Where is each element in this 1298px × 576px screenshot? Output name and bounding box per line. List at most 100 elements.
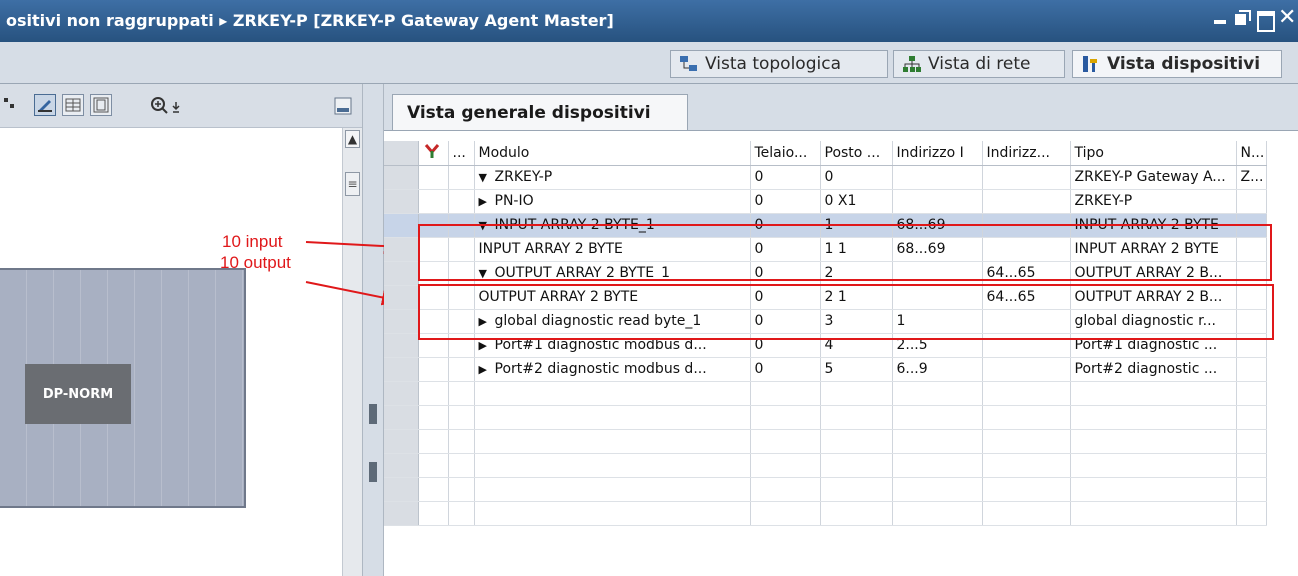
cell-empty (982, 429, 1071, 454)
cell-empty (892, 501, 983, 526)
cell-empty (750, 429, 821, 454)
modulo-text: PN-IO (494, 193, 534, 209)
column-header-posto[interactable]: Posto ... (820, 141, 893, 166)
cell-tipo[interactable]: ZRKEY-P (1070, 189, 1237, 214)
modulo-text: ZRKEY-P (494, 169, 553, 185)
cell-empty (384, 477, 419, 502)
cell-empty (1236, 501, 1267, 526)
device-overview-grid: ... Modulo Telaio... Posto ... Indirizzo… (384, 130, 1298, 576)
cell-empty (982, 381, 1071, 406)
cell-empty (1236, 477, 1267, 502)
address-in-text: 6...9 (896, 361, 928, 377)
cell-empty (448, 381, 475, 406)
row-selector[interactable] (384, 309, 419, 334)
cell-empty (982, 405, 1071, 430)
cell-empty (820, 477, 893, 502)
cell-empty (1070, 501, 1237, 526)
cell-empty (892, 453, 983, 478)
empty-table-row (384, 405, 1267, 430)
cell-empty (892, 405, 983, 430)
cell-modulo[interactable]: ▼ ZRKEY-P (474, 165, 751, 190)
cell-empty (1070, 453, 1237, 478)
column-header-indirizzo-i[interactable]: Indirizzo I (892, 141, 983, 166)
cell-tipo[interactable]: Port#2 diagnostic ... (1070, 357, 1237, 382)
cell-empty (892, 429, 983, 454)
cell-telaio[interactable]: 0 (750, 189, 821, 214)
column-header-tipo[interactable]: Tipo (1070, 141, 1237, 166)
cell-n[interactable] (1236, 357, 1267, 382)
column-header-extra[interactable]: ... (448, 141, 475, 166)
cell-empty (474, 381, 751, 406)
cell-empty (750, 381, 821, 406)
cell-empty (750, 477, 821, 502)
cell-address-in[interactable]: 6...9 (892, 357, 983, 382)
row-selector[interactable] (384, 189, 419, 214)
cell-empty (384, 429, 419, 454)
cell-empty (1236, 429, 1267, 454)
cell-telaio[interactable]: 0 (750, 357, 821, 382)
diagnostics-icon (424, 143, 439, 158)
cell-empty (448, 165, 475, 190)
cell-telaio[interactable]: 0 (750, 165, 821, 190)
row-selector[interactable] (384, 357, 419, 382)
cell-empty (448, 429, 475, 454)
cell-address-in[interactable] (892, 189, 983, 214)
tab-device-overview[interactable]: Vista generale dispositivi (392, 94, 688, 130)
table-header-row: ... Modulo Telaio... Posto ... Indirizzo… (384, 141, 1267, 166)
table-row[interactable]: ▶ PN-IO 0 0 X1 ZRKEY-P (384, 189, 1267, 214)
cell-empty (750, 453, 821, 478)
column-header-diagnostics[interactable] (418, 141, 449, 166)
cell-empty (418, 429, 449, 454)
collapsed-caret-icon[interactable]: ▶ (479, 363, 495, 376)
cell-address-out[interactable] (982, 189, 1071, 214)
cell-address-out[interactable] (982, 165, 1071, 190)
tipo-text: ZRKEY-P (1074, 193, 1133, 209)
empty-table-row (384, 429, 1267, 454)
cell-empty (418, 477, 449, 502)
highlight-output-box (418, 284, 1274, 340)
row-selector[interactable] (384, 237, 419, 262)
cell-posto[interactable]: 0 (820, 165, 893, 190)
column-header-telaio[interactable]: Telaio... (750, 141, 821, 166)
cell-empty (1236, 405, 1267, 430)
cell-empty (1070, 405, 1237, 430)
empty-table-row (384, 501, 1267, 526)
cell-empty (820, 453, 893, 478)
row-selector[interactable] (384, 333, 419, 358)
table-row[interactable]: ▶ Port#2 diagnostic modbus d... 0 5 6...9 Por… (384, 357, 1267, 382)
cell-modulo[interactable]: ▶ PN-IO (474, 189, 751, 214)
telaio-text: 0 (754, 193, 764, 209)
cell-empty (750, 501, 821, 526)
row-selector[interactable] (384, 261, 419, 286)
column-header-modulo[interactable]: Modulo (474, 141, 751, 166)
cell-empty (820, 405, 893, 430)
expanded-caret-icon[interactable]: ▼ (479, 171, 495, 184)
cell-posto[interactable]: 0 X1 (820, 189, 893, 214)
collapsed-caret-icon[interactable]: ▶ (479, 339, 495, 352)
cell-empty (474, 405, 751, 430)
cell-empty (474, 501, 751, 526)
cell-empty (820, 429, 893, 454)
cell-empty (1070, 429, 1237, 454)
tipo-text: Port#2 diagnostic ... (1074, 361, 1218, 377)
cell-address-out[interactable] (982, 357, 1071, 382)
cell-address-in[interactable] (892, 165, 983, 190)
cell-empty (982, 453, 1071, 478)
cell-tipo[interactable]: ZRKEY-P Gateway A... (1070, 165, 1237, 190)
cell-n[interactable]: Z... (1236, 165, 1267, 190)
column-header-n[interactable]: N... (1236, 141, 1267, 166)
cell-empty (1236, 453, 1267, 478)
table-row[interactable]: ▼ ZRKEY-P 0 0 ZRKEY-P Gateway A... Z... (384, 165, 1267, 190)
row-selector[interactable] (384, 213, 419, 238)
cell-modulo[interactable]: ▶ Port#2 diagnostic modbus d... (474, 357, 751, 382)
cell-empty (448, 357, 475, 382)
row-selector[interactable] (384, 285, 419, 310)
collapsed-caret-icon[interactable]: ▶ (479, 195, 495, 208)
column-header-indirizzo-q[interactable]: Indirizz... (982, 141, 1071, 166)
cell-empty (892, 477, 983, 502)
cell-posto[interactable]: 5 (820, 357, 893, 382)
cell-n[interactable] (1236, 189, 1267, 214)
row-selector[interactable] (384, 165, 419, 190)
cell-empty (384, 381, 419, 406)
posto-text: 0 (824, 169, 834, 185)
